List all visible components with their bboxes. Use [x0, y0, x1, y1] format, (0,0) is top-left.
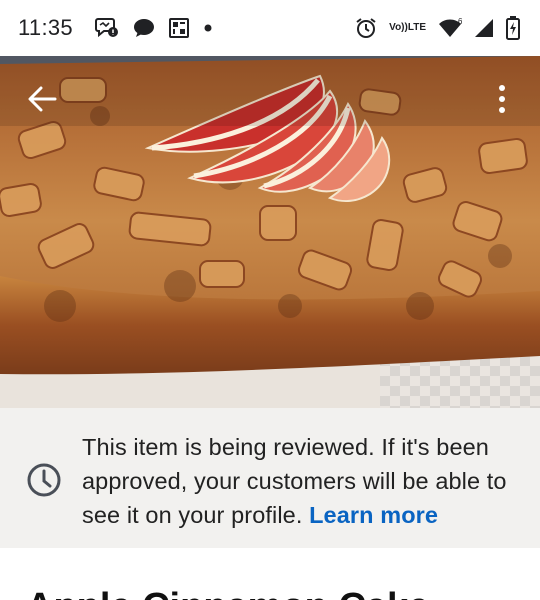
alarm-icon	[355, 17, 377, 39]
item-details: Apple Cinnamon Cake	[0, 548, 540, 600]
back-arrow-icon	[28, 86, 57, 112]
review-message: This item is being reviewed. If it's bee…	[82, 430, 526, 532]
wifi-icon: 6	[438, 18, 462, 38]
status-time: 11:35	[18, 15, 73, 40]
review-status-banner: This item is being reviewed. If it's bee…	[0, 408, 540, 548]
item-title: Apple Cinnamon Cake	[26, 586, 429, 600]
status-bar-right: Vo)) LTE 6	[355, 16, 520, 40]
review-message-text: This item is being reviewed. If it's bee…	[82, 434, 507, 528]
learn-more-link[interactable]: Learn more	[309, 502, 438, 528]
cake-photo-illustration	[0, 56, 540, 408]
app-grid-icon	[168, 18, 189, 38]
volte-label: Vo))	[389, 22, 408, 33]
dot-icon	[203, 23, 213, 33]
volte-indicator: Vo)) LTE	[389, 23, 426, 33]
messenger-icon	[94, 17, 119, 39]
lte-label: LTE	[407, 22, 426, 33]
more-options-button[interactable]	[480, 77, 524, 121]
item-photo	[0, 56, 540, 408]
more-vertical-icon	[499, 85, 505, 113]
battery-charging-icon	[506, 16, 520, 40]
status-bar-left: 11:35	[18, 15, 213, 41]
chat-bubble-icon	[133, 18, 155, 38]
cell-signal-icon	[474, 18, 494, 38]
status-bar: 11:35 Vo)) LTE 6	[0, 0, 540, 56]
wifi-superscript: 6	[458, 18, 462, 26]
clock-icon	[26, 462, 62, 503]
back-button[interactable]	[20, 77, 64, 121]
